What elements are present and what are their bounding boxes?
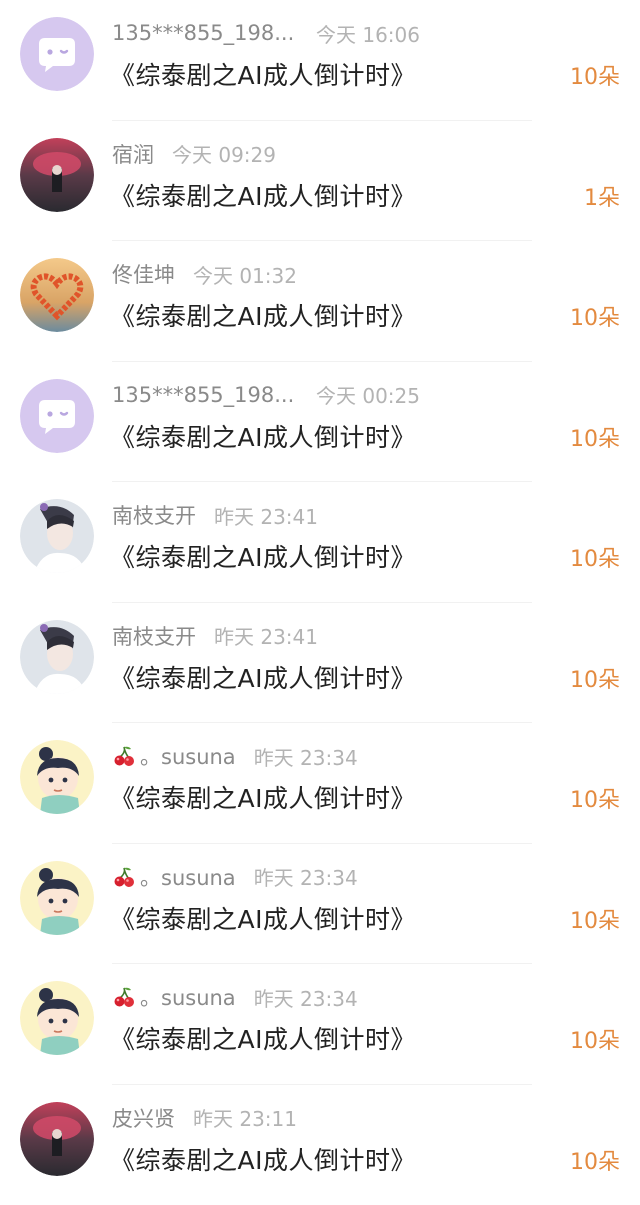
- list-item[interactable]: 。susuna 昨天 23:34 《综泰剧之AI成人倒计时》 10朵: [0, 844, 640, 965]
- timestamp: 昨天 23:34: [254, 862, 358, 891]
- timestamp: 昨天 23:34: [254, 983, 358, 1012]
- cherry-icon: [112, 985, 136, 1009]
- timestamp: 今天 00:25: [316, 380, 420, 409]
- book-title[interactable]: 《综泰剧之AI成人倒计时》: [110, 1020, 416, 1056]
- avatar[interactable]: [20, 258, 94, 332]
- book-title[interactable]: 《综泰剧之AI成人倒计时》: [110, 659, 416, 695]
- username-prefix: [112, 744, 140, 768]
- item-meta: 135***855_198... 今天 16:06: [112, 17, 420, 49]
- avatar[interactable]: [20, 1102, 94, 1176]
- item-meta: 。susuna 昨天 23:34: [112, 861, 358, 893]
- avatar[interactable]: [20, 138, 94, 212]
- book-title[interactable]: 《综泰剧之AI成人倒计时》: [110, 779, 416, 815]
- avatar[interactable]: [20, 620, 94, 694]
- gift-record-list: 135***855_198... 今天 16:06 《综泰剧之AI成人倒计时》 10朵…: [0, 0, 640, 1205]
- timestamp: 今天 16:06: [316, 19, 420, 48]
- item-meta: 南枝支开昨天 23:41: [112, 499, 318, 531]
- list-item[interactable]: 135***855_198... 今天 16:06 《综泰剧之AI成人倒计时》 10朵: [0, 0, 640, 121]
- flower-count: 10朵: [570, 541, 620, 573]
- username[interactable]: 。susuna: [140, 982, 236, 1012]
- flower-count: 10朵: [570, 59, 620, 91]
- username[interactable]: 135***855_198...: [112, 383, 298, 407]
- username[interactable]: 。susuna: [140, 741, 236, 771]
- book-title[interactable]: 《综泰剧之AI成人倒计时》: [110, 56, 416, 92]
- username-prefix: [112, 985, 140, 1009]
- timestamp: 昨天 23:34: [254, 742, 358, 771]
- item-meta: 佟佳坤今天 01:32: [112, 258, 297, 290]
- item-meta: 南枝支开昨天 23:41: [112, 620, 318, 652]
- cherry-icon: [112, 744, 136, 768]
- list-item[interactable]: 南枝支开昨天 23:41 《综泰剧之AI成人倒计时》 10朵: [0, 603, 640, 724]
- book-title[interactable]: 《综泰剧之AI成人倒计时》: [110, 177, 416, 213]
- list-item[interactable]: 皮兴贤昨天 23:11 《综泰剧之AI成人倒计时》 10朵: [0, 1085, 640, 1205]
- book-title[interactable]: 《综泰剧之AI成人倒计时》: [110, 900, 416, 936]
- username[interactable]: 皮兴贤: [112, 1103, 175, 1133]
- flower-count: 10朵: [570, 300, 620, 332]
- book-title[interactable]: 《综泰剧之AI成人倒计时》: [110, 538, 416, 574]
- timestamp: 昨天 23:11: [193, 1103, 297, 1132]
- username[interactable]: 南枝支开: [112, 621, 196, 651]
- book-title[interactable]: 《综泰剧之AI成人倒计时》: [110, 297, 416, 333]
- list-item[interactable]: 佟佳坤今天 01:32 《综泰剧之AI成人倒计时》 10朵: [0, 241, 640, 362]
- timestamp: 今天 09:29: [172, 139, 276, 168]
- username[interactable]: 南枝支开: [112, 500, 196, 530]
- timestamp: 昨天 23:41: [214, 621, 318, 650]
- list-item[interactable]: 。susuna 昨天 23:34 《综泰剧之AI成人倒计时》 10朵: [0, 723, 640, 844]
- item-meta: 皮兴贤昨天 23:11: [112, 1102, 297, 1134]
- book-title[interactable]: 《综泰剧之AI成人倒计时》: [110, 418, 416, 454]
- flower-count: 10朵: [570, 662, 620, 694]
- item-meta: 。susuna 昨天 23:34: [112, 981, 358, 1013]
- item-meta: 宿润今天 09:29: [112, 138, 276, 170]
- avatar[interactable]: [20, 379, 94, 453]
- username-prefix: [112, 865, 140, 889]
- avatar[interactable]: [20, 17, 94, 91]
- list-item[interactable]: 南枝支开昨天 23:41 《综泰剧之AI成人倒计时》 10朵: [0, 482, 640, 603]
- username[interactable]: 135***855_198...: [112, 21, 298, 45]
- timestamp: 昨天 23:41: [214, 501, 318, 530]
- username[interactable]: 佟佳坤: [112, 259, 175, 289]
- avatar[interactable]: [20, 740, 94, 814]
- book-title[interactable]: 《综泰剧之AI成人倒计时》: [110, 1141, 416, 1177]
- cherry-icon: [112, 865, 136, 889]
- flower-count: 1朵: [584, 180, 620, 212]
- username[interactable]: 宿润: [112, 139, 154, 169]
- avatar[interactable]: [20, 861, 94, 935]
- avatar[interactable]: [20, 981, 94, 1055]
- flower-count: 10朵: [570, 903, 620, 935]
- item-meta: 135***855_198... 今天 00:25: [112, 379, 420, 411]
- item-meta: 。susuna 昨天 23:34: [112, 740, 358, 772]
- list-item[interactable]: 宿润今天 09:29 《综泰剧之AI成人倒计时》 1朵: [0, 121, 640, 242]
- list-item[interactable]: 。susuna 昨天 23:34 《综泰剧之AI成人倒计时》 10朵: [0, 964, 640, 1085]
- flower-count: 10朵: [570, 421, 620, 453]
- timestamp: 今天 01:32: [193, 260, 297, 289]
- avatar[interactable]: [20, 499, 94, 573]
- flower-count: 10朵: [570, 782, 620, 814]
- flower-count: 10朵: [570, 1023, 620, 1055]
- username[interactable]: 。susuna: [140, 862, 236, 892]
- list-item[interactable]: 135***855_198... 今天 00:25 《综泰剧之AI成人倒计时》 10朵: [0, 362, 640, 483]
- flower-count: 10朵: [570, 1144, 620, 1176]
